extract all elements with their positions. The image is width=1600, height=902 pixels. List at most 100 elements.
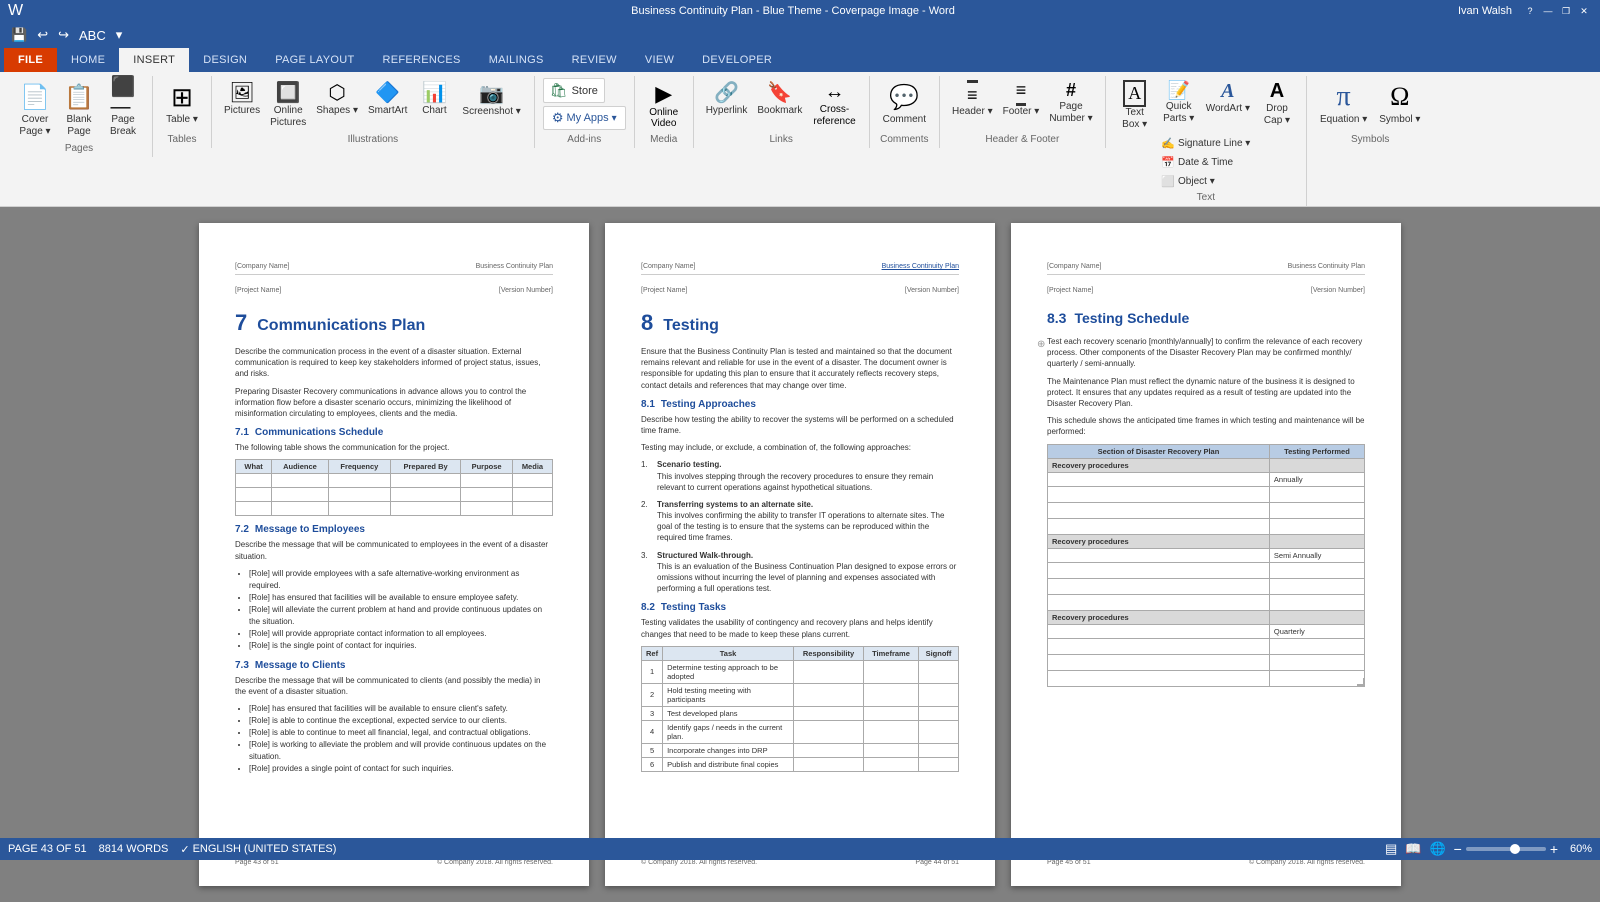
table-row: 6 Publish and distribute final copies bbox=[642, 757, 959, 771]
table-resize-handle[interactable] bbox=[1357, 678, 1365, 686]
text-box-icon: A bbox=[1123, 80, 1146, 107]
page-break-btn[interactable]: ⬛— PageBreak bbox=[102, 78, 144, 141]
table-btn[interactable]: ⊞ Table ▾ bbox=[161, 78, 203, 129]
help-btn[interactable]: ? bbox=[1522, 4, 1538, 18]
tab-design[interactable]: DESIGN bbox=[189, 48, 261, 72]
tab-home[interactable]: HOME bbox=[57, 48, 119, 72]
view-normal-icon[interactable]: ▤ bbox=[1385, 841, 1397, 857]
ribbon-group-pages: 📄 CoverPage ▾ 📋 BlankPage ⬛— PageBreak P… bbox=[6, 76, 153, 157]
page-number-btn[interactable]: # PageNumber ▾ bbox=[1045, 78, 1096, 127]
addins-group-label: Add-ins bbox=[567, 134, 601, 148]
quick-parts-icon: 📝 bbox=[1167, 80, 1189, 101]
employees-intro: Describe the message that will be commun… bbox=[235, 539, 553, 561]
date-time-btn[interactable]: 📅 Date & Time bbox=[1157, 154, 1254, 171]
clients-intro: Describe the message that will be commun… bbox=[235, 675, 553, 697]
table-row: 5 Incorporate changes into DRP bbox=[642, 743, 959, 757]
online-video-btn[interactable]: ▶ OnlineVideo bbox=[643, 78, 685, 132]
word-count: 8814 WORDS bbox=[99, 843, 169, 856]
table-row: 2 Hold testing meeting with participants bbox=[642, 683, 959, 706]
zoom-slider[interactable] bbox=[1466, 847, 1546, 851]
online-pictures-btn[interactable]: 🔲 OnlinePictures bbox=[266, 78, 310, 131]
tab-review[interactable]: REVIEW bbox=[558, 48, 631, 72]
symbols-group-label: Symbols bbox=[1351, 134, 1389, 148]
my-apps-label: My Apps bbox=[566, 112, 608, 124]
zoom-out-btn[interactable]: − bbox=[1454, 841, 1462, 857]
signature-line-btn[interactable]: ✍ Signature Line ▾ bbox=[1157, 135, 1254, 152]
footer-btn[interactable]: ≡ Footer ▾ bbox=[999, 78, 1044, 120]
cross-reference-icon: ↔ bbox=[825, 81, 845, 104]
symbol-btn[interactable]: Ω Symbol ▾ bbox=[1374, 78, 1425, 129]
table-row: Semi Annually bbox=[1048, 548, 1365, 562]
my-apps-icon: ⚙ bbox=[552, 110, 564, 126]
tab-developer[interactable]: DEVELOPER bbox=[688, 48, 786, 72]
language-info: ✓ ENGLISH (UNITED STATES) bbox=[180, 843, 336, 856]
drop-cap-btn[interactable]: A DropCap ▾ bbox=[1256, 78, 1298, 129]
maximize-btn[interactable]: ❐ bbox=[1558, 4, 1574, 18]
section-8-1: 8.1 Testing Approaches bbox=[641, 399, 959, 410]
smartart-icon: 🔷 bbox=[375, 80, 400, 105]
store-btn[interactable]: 🛍 Store bbox=[543, 78, 605, 103]
table-row: 3 Test developed plans bbox=[642, 706, 959, 720]
proofread-icon: ✓ bbox=[180, 843, 189, 856]
comment-btn[interactable]: 💬 Comment bbox=[878, 78, 931, 129]
media-group-label: Media bbox=[650, 134, 677, 148]
ribbon-group-media: ▶ OnlineVideo Media bbox=[635, 76, 694, 148]
table-row bbox=[1048, 562, 1365, 578]
tab-mailings[interactable]: MAILINGS bbox=[475, 48, 558, 72]
tab-page-layout[interactable]: PAGE LAYOUT bbox=[261, 48, 368, 72]
header-footer-group-label: Header & Footer bbox=[985, 134, 1059, 148]
table-row: 4 Identify gaps / needs in the current p… bbox=[642, 720, 959, 743]
save-qa-btn[interactable]: 💾 bbox=[8, 25, 30, 45]
smartart-btn[interactable]: 🔷 SmartArt bbox=[364, 78, 411, 119]
close-btn[interactable]: ✕ bbox=[1576, 4, 1592, 18]
spelling-qa-btn[interactable]: ABC bbox=[76, 26, 109, 45]
quick-parts-btn[interactable]: 📝 QuickParts ▾ bbox=[1158, 78, 1200, 127]
equation-btn[interactable]: π Equation ▾ bbox=[1315, 78, 1372, 129]
my-apps-btn[interactable]: ⚙ My Apps ▾ bbox=[543, 106, 626, 130]
blank-page-btn[interactable]: 📋 BlankPage bbox=[58, 78, 100, 141]
table-row bbox=[236, 502, 553, 516]
chart-btn[interactable]: 📊 Chart bbox=[413, 78, 455, 119]
cross-reference-btn[interactable]: ↔ Cross-reference bbox=[808, 78, 860, 131]
zoom-level: 60% bbox=[1562, 843, 1592, 855]
pictures-btn[interactable]: 🖼 Pictures bbox=[220, 78, 264, 119]
bookmark-btn[interactable]: 🔖 Bookmark bbox=[753, 78, 806, 119]
hyperlink-btn[interactable]: 🔗 Hyperlink bbox=[702, 78, 752, 119]
customize-qa-btn[interactable]: ▾ bbox=[113, 25, 126, 45]
undo-qa-btn[interactable]: ↩ bbox=[34, 25, 51, 45]
tab-file[interactable]: FILE bbox=[4, 48, 57, 72]
quick-access-toolbar: 💾 ↩ ↪ ABC ▾ bbox=[0, 22, 1600, 48]
cover-page-icon: 📄 bbox=[19, 81, 51, 113]
header-btn[interactable]: ≡ Header ▾ bbox=[948, 78, 997, 120]
tab-view[interactable]: VIEW bbox=[631, 48, 688, 72]
cover-page-btn[interactable]: 📄 CoverPage ▾ bbox=[14, 78, 56, 141]
object-btn[interactable]: ⬜ Object ▾ bbox=[1157, 173, 1254, 190]
symbol-icon: Ω bbox=[1384, 81, 1416, 113]
ribbon-group-addins: 🛍 Store ⚙ My Apps ▾ Add-ins bbox=[535, 76, 635, 148]
tab-references[interactable]: REFERENCES bbox=[369, 48, 475, 72]
schedule-intro-1: Test each recovery scenario [monthly/ann… bbox=[1047, 336, 1365, 370]
tab-insert[interactable]: INSERT bbox=[119, 48, 189, 72]
table-row: Recovery procedures bbox=[1048, 534, 1365, 548]
wordart-btn[interactable]: A WordArt ▾ bbox=[1202, 78, 1254, 117]
view-web-icon[interactable]: 🌐 bbox=[1429, 841, 1445, 857]
minimize-btn[interactable]: — bbox=[1540, 4, 1556, 18]
approaches-intro-2: Testing may include, or exclude, a combi… bbox=[641, 442, 959, 453]
shapes-btn[interactable]: ⬡ Shapes ▾ bbox=[312, 78, 362, 119]
screenshot-btn[interactable]: 📷 Screenshot ▾ bbox=[457, 78, 525, 121]
resize-handle[interactable]: ⊕ bbox=[1037, 339, 1045, 350]
schedule-intro-2: The Maintenance Plan must reflect the dy… bbox=[1047, 376, 1365, 410]
section-7-2: 7.2 Message to Employees bbox=[235, 524, 553, 535]
page-number-icon: # bbox=[1066, 80, 1076, 101]
view-read-icon[interactable]: 📖 bbox=[1405, 841, 1421, 857]
online-pictures-icon: 🔲 bbox=[276, 80, 301, 105]
wordart-icon: A bbox=[1221, 80, 1234, 103]
table-row bbox=[1048, 638, 1365, 654]
testing-tasks-table: Ref Task Responsibility Timeframe Signof… bbox=[641, 646, 959, 772]
approaches-intro-1: Describe how testing the ability to reco… bbox=[641, 414, 959, 436]
ribbon-group-header-footer: ≡ Header ▾ ≡ Footer ▾ # PageNumber ▾ Hea… bbox=[940, 76, 1106, 148]
redo-qa-btn[interactable]: ↪ bbox=[55, 25, 72, 45]
text-box-btn[interactable]: A TextBox ▾ bbox=[1114, 78, 1156, 133]
zoom-in-btn[interactable]: + bbox=[1550, 841, 1558, 857]
zoom-thumb bbox=[1510, 844, 1520, 854]
